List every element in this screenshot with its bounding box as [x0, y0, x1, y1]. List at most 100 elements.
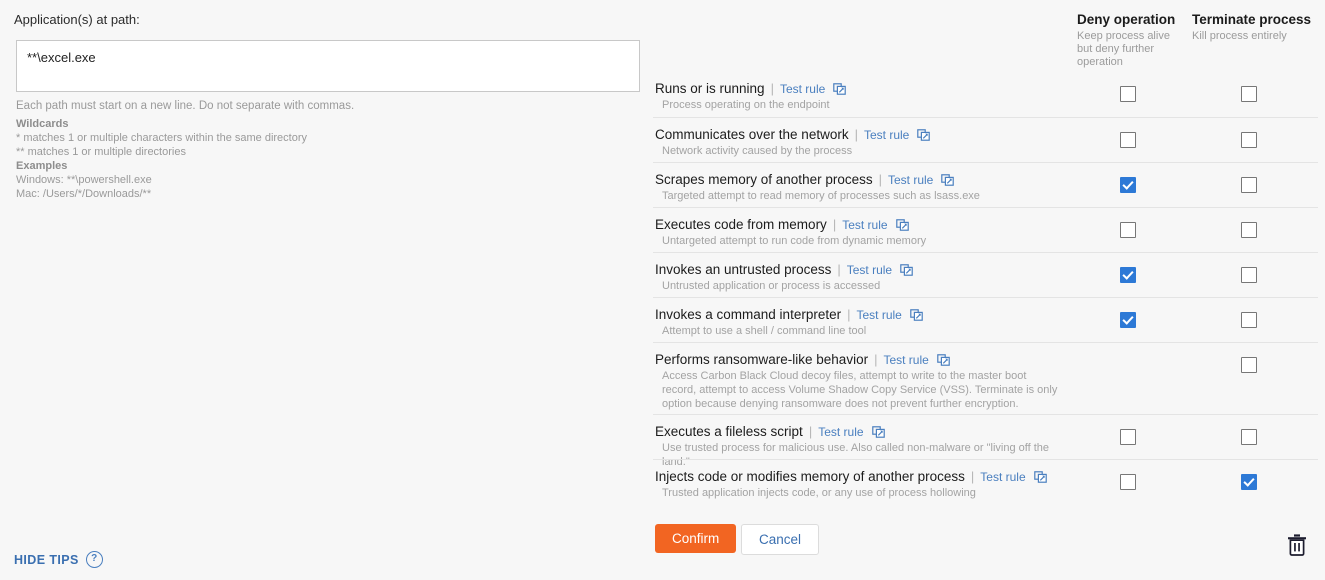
deny-operation-checkbox[interactable] [1120, 429, 1136, 445]
tips-note: Each path must start on a new line. Do n… [16, 100, 355, 112]
rule-separator: | [770, 81, 774, 96]
rule-text-block: Invokes an untrusted process | Test rule Un… [655, 262, 1065, 293]
rule-title: Communicates over the network [655, 127, 849, 142]
terminate-process-checkbox[interactable] [1241, 429, 1257, 445]
deny-column-subtitle: Keep process alive but deny further oper… [1077, 30, 1170, 68]
application-path-pane: Application(s) at path: Each path must s… [0, 0, 653, 580]
table-row: Injects code or modifies memory of anoth… [653, 459, 1318, 504]
terminate-process-checkbox[interactable] [1241, 132, 1257, 148]
terminate-process-checkbox[interactable] [1241, 474, 1257, 490]
rule-description: Process operating on the endpoint [662, 99, 830, 111]
deny-operation-checkbox[interactable] [1120, 312, 1136, 328]
test-rule-link[interactable]: Test rule [818, 425, 863, 439]
popout-window-icon[interactable] [895, 218, 909, 231]
confirm-button[interactable]: Confirm [655, 524, 737, 553]
table-row: Executes a fileless script | Test rule Use … [653, 414, 1318, 468]
hide-tips-label: HIDE TIPS [14, 552, 79, 567]
hide-tips-button[interactable]: HIDE TIPS ? [14, 551, 103, 568]
rule-text-block: Injects code or modifies memory of anoth… [655, 469, 1065, 500]
terminate-process-checkbox[interactable] [1241, 222, 1257, 238]
deny-operation-checkbox[interactable] [1120, 474, 1136, 490]
rule-separator: | [808, 424, 813, 439]
rule-separator: | [970, 469, 975, 484]
rule-title-line: Runs or is running | Test rule [655, 81, 1065, 96]
cancel-button[interactable]: Cancel [741, 524, 820, 555]
popout-window-icon[interactable] [900, 263, 913, 276]
popout-window-icon[interactable] [917, 128, 931, 141]
table-row: Invokes an untrusted process | Test rule Un… [653, 252, 1318, 297]
tips-wildcard-single: * matches 1 or multiple characters withi… [16, 132, 308, 144]
terminate-column-subtitle: Kill process entirely [1192, 30, 1287, 42]
popout-window-icon[interactable] [937, 353, 950, 366]
popout-window-icon[interactable] [910, 308, 923, 321]
terminate-process-checkbox[interactable] [1241, 86, 1257, 102]
popout-window-icon[interactable] [833, 82, 847, 95]
deny-operation-checkbox[interactable] [1120, 177, 1136, 193]
tips-example-mac: Mac: /Users/*/Downloads/** [16, 188, 152, 200]
tips-wildcards-heading: Wildcards [16, 118, 69, 130]
trash-icon[interactable] [1286, 533, 1308, 560]
test-rule-link[interactable]: Test rule [856, 308, 901, 322]
rule-title-line: Invokes an untrusted process | Test rule [655, 262, 1065, 277]
rule-text-block: Invokes a command interpreter | Test rule A… [655, 307, 1065, 338]
path-field-label: Application(s) at path: [14, 12, 140, 27]
rule-separator: | [874, 352, 878, 367]
deny-operation-checkbox[interactable] [1120, 132, 1136, 148]
column-header-terminate-process: Terminate process Kill process entirely [1192, 12, 1320, 43]
application-path-textarea[interactable] [16, 40, 640, 92]
rule-title: Performs ransomware-like behavior [655, 352, 869, 367]
rule-text-block: Runs or is running | Test rule Process oper… [655, 81, 1065, 112]
table-row: Performs ransomware-like behavior | Test r… [653, 342, 1318, 414]
popout-window-icon[interactable] [941, 173, 955, 186]
table-row: Invokes a command interpreter | Test rule A… [653, 297, 1318, 342]
rule-title-line: Performs ransomware-like behavior | Test r… [655, 352, 1065, 367]
tips-wildcard-double: ** matches 1 or multiple directories [16, 146, 186, 158]
deny-column-title: Deny operation [1077, 12, 1176, 27]
column-header-deny-operation: Deny operation Keep process alive but de… [1077, 12, 1185, 69]
tips-panel: Each path must start on a new line. Do n… [16, 99, 636, 201]
terminate-process-checkbox[interactable] [1241, 177, 1257, 193]
terminate-process-checkbox[interactable] [1241, 357, 1257, 373]
table-row: Communicates over the network | Test rule N… [653, 117, 1318, 162]
rule-title-line: Executes a fileless script | Test rule [655, 424, 1065, 439]
rule-description: Untargeted attempt to run code from dyna… [662, 235, 927, 247]
help-question-icon[interactable]: ? [85, 551, 103, 568]
rule-title: Injects code or modifies memory of anoth… [655, 469, 965, 484]
test-rule-link[interactable]: Test rule [864, 128, 909, 142]
rule-text-block: Scrapes memory of another process | Test r… [655, 172, 1065, 203]
rule-separator: | [832, 217, 837, 232]
tips-example-windows: Windows: **\powershell.exe [16, 174, 152, 186]
rule-title-line: Invokes a command interpreter | Test rule [655, 307, 1065, 322]
rule-title: Scrapes memory of another process [655, 172, 873, 187]
deny-operation-checkbox[interactable] [1120, 86, 1136, 102]
terminate-process-checkbox[interactable] [1241, 267, 1257, 283]
rule-text-block: Communicates over the network | Test rule N… [655, 127, 1065, 158]
rule-title: Executes a fileless script [655, 424, 803, 439]
popout-window-icon[interactable] [871, 425, 885, 438]
test-rule-link[interactable]: Test rule [980, 470, 1025, 484]
rules-list: Runs or is running | Test rule Process oper… [653, 72, 1318, 504]
rule-separator: | [847, 307, 851, 322]
test-rule-link[interactable]: Test rule [842, 218, 887, 232]
deny-operation-checkbox[interactable] [1120, 267, 1136, 283]
rule-description: Trusted application injects code, or any… [662, 487, 976, 499]
rule-description: Network activity caused by the process [662, 145, 853, 157]
terminate-column-title: Terminate process [1192, 12, 1312, 27]
rule-description: Targeted attempt to read memory of proce… [662, 190, 980, 202]
form-footer: Confirm Cancel [653, 508, 1325, 580]
column-headers: Deny operation Keep process alive but de… [653, 0, 1325, 72]
test-rule-link[interactable]: Test rule [883, 353, 928, 367]
operation-rules-pane: Deny operation Keep process alive but de… [653, 0, 1325, 580]
tips-examples-heading: Examples [16, 160, 68, 172]
test-rule-link[interactable]: Test rule [847, 263, 892, 277]
rule-title: Invokes a command interpreter [655, 307, 842, 322]
terminate-process-checkbox[interactable] [1241, 312, 1257, 328]
rule-description: Access Carbon Black Cloud decoy files, a… [662, 370, 1058, 410]
deny-operation-checkbox[interactable] [1120, 222, 1136, 238]
popout-window-icon[interactable] [1033, 470, 1047, 483]
test-rule-link[interactable]: Test rule [888, 173, 933, 187]
rule-title: Invokes an untrusted process [655, 262, 832, 277]
test-rule-link[interactable]: Test rule [780, 82, 825, 96]
rule-title-line: Scrapes memory of another process | Test r… [655, 172, 1065, 187]
rule-text-block: Performs ransomware-like behavior | Test r… [655, 352, 1065, 411]
